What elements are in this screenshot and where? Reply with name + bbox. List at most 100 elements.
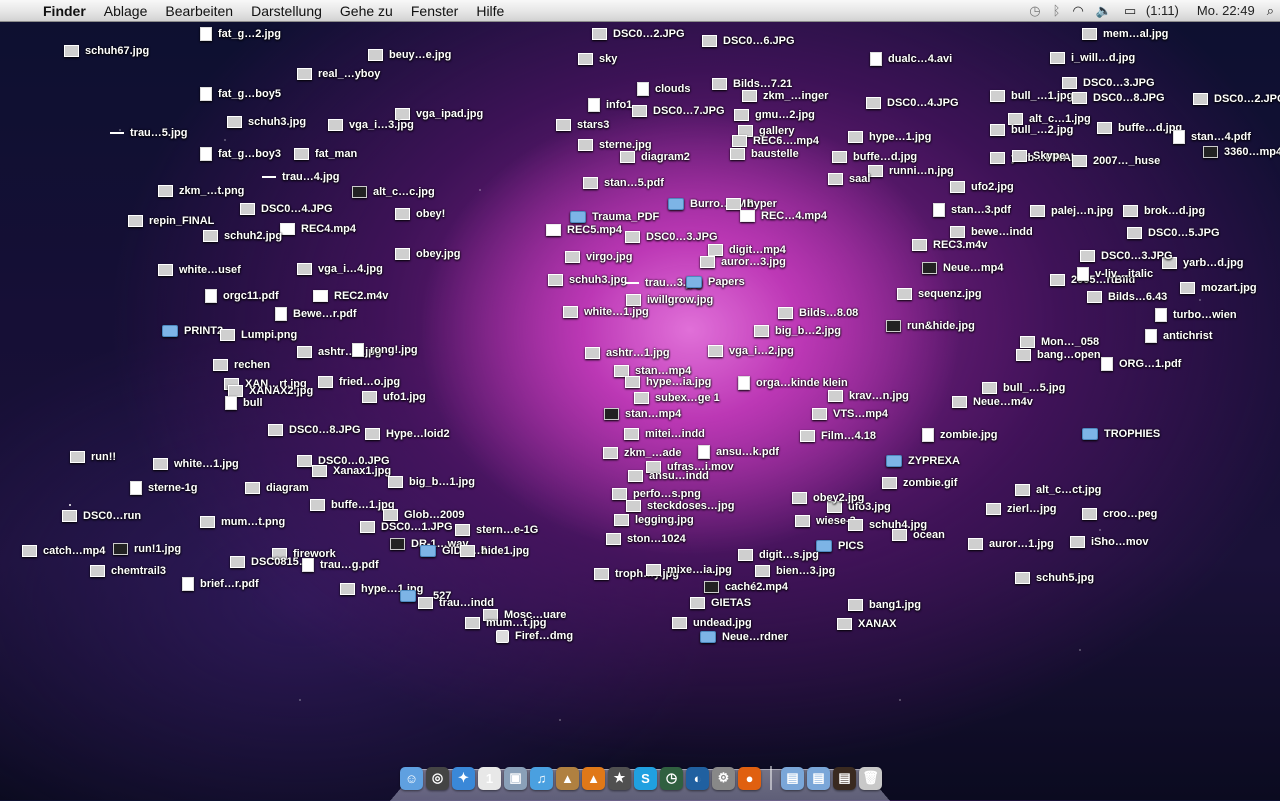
desktop-file-icon[interactable]: ufo2.jpg [950,180,1014,194]
desktop-file-icon[interactable]: digit…s.jpg [738,548,819,562]
desktop-file-icon[interactable]: subex…ge 1 [634,391,720,405]
menu-gehe-zu[interactable]: Gehe zu [331,0,402,22]
desktop-file-icon[interactable]: zombie.jpg [922,428,997,442]
desktop-file-icon[interactable]: stan…3.pdf [933,203,1011,217]
desktop-file-icon[interactable]: PICS [816,539,864,553]
desktop-file-icon[interactable]: white…1.jpg [563,305,649,319]
desktop-file-icon[interactable]: REC2.m4v [313,289,388,303]
desktop-file-icon[interactable]: Neue…mp4 [922,261,1004,275]
desktop-file-icon[interactable]: sequenz.jpg [897,287,982,301]
desktop-file-icon[interactable]: DSC0…6.JPG [702,34,795,48]
desktop-file-icon[interactable]: bang…open [1016,348,1101,362]
desktop-file-icon[interactable]: chemtrail3 [90,564,166,578]
wifi-icon[interactable]: ◠ [1066,0,1089,22]
desktop-file-icon[interactable]: dualc…4.avi [870,52,952,66]
desktop-file-icon[interactable]: run!! [70,450,116,464]
desktop-file-icon[interactable]: DSC0…3.JPG [1062,76,1155,90]
desktop-file-icon[interactable]: baustelle [730,147,799,161]
desktop-file-icon[interactable]: legging.jpg [614,513,694,527]
desktop-file-icon[interactable]: gmu…2.jpg [734,108,815,122]
applications-stack-icon[interactable]: ▤ [781,766,804,790]
googleearth-icon[interactable]: ◐ [686,766,709,790]
desktop-file-icon[interactable]: fat_g…boy3 [200,147,281,161]
desktop-file-icon[interactable]: ashtr…1.jpg [585,346,670,360]
desktop-file-icon[interactable]: fat_g…2.jpg [200,27,281,41]
desktop-file-icon[interactable]: zkm_…ade [603,446,681,460]
desktop-file-icon[interactable]: orgc11.pdf [205,289,279,303]
desktop-file-icon[interactable]: Skype [1012,149,1065,163]
desktop-file-icon[interactable]: orga…kinde klein [738,376,848,390]
desktop-file-icon[interactable]: wiese-3 [795,514,856,528]
desktop-file-icon[interactable]: brief…r.pdf [182,577,259,591]
bluetooth-icon[interactable]: ᛒ [1047,0,1067,22]
desktop-file-icon[interactable]: runni…n.jpg [868,164,954,178]
documents-stack-icon[interactable]: ▤ [807,766,830,790]
desktop-file-icon[interactable]: schuh3.jpg [227,115,306,129]
desktop-file-icon[interactable]: VTS…mp4 [812,407,888,421]
desktop-file-icon[interactable]: ufo1.jpg [362,390,426,404]
desktop-file-icon[interactable]: mitei…indd [624,427,705,441]
desktop-file-icon[interactable]: Hype…loid2 [365,427,450,441]
menu-fenster[interactable]: Fenster [402,0,467,22]
desktop-file-icon[interactable]: white…usef [158,263,241,277]
desktop-file-icon[interactable]: stern…e-1G [455,523,538,537]
desktop-file-icon[interactable]: white…1.jpg [153,457,239,471]
desktop-file-icon[interactable]: trau…5.jpg [110,126,187,140]
desktop-file-icon[interactable]: Lumpi.png [220,328,297,342]
itunes-icon[interactable]: ♫ [530,766,553,790]
desktop-file-icon[interactable]: buffe…1.jpg [310,498,395,512]
syspref-icon[interactable]: ⚙ [712,766,735,790]
desktop-file-icon[interactable]: mem…al.jpg [1082,27,1168,41]
desktop-file-icon[interactable]: trau…g.pdf [302,558,379,572]
iphoto-icon[interactable]: ▲ [556,766,579,790]
desktop-file-icon[interactable]: v-liv…italic [1077,267,1153,281]
desktop-file-icon[interactable]: mum…t.png [200,515,285,529]
desktop-file-icon[interactable]: fat_man [294,147,357,161]
timemachine-menu-icon[interactable]: ◷ [1023,0,1046,22]
desktop-file-icon[interactable]: fried…o.jpg [318,375,400,389]
desktop-file-icon[interactable]: obey.jpg [395,247,460,261]
desktop-file-icon[interactable]: buffe…d.jpg [1097,121,1182,135]
desktop-file-icon[interactable]: caché2.mp4 [704,580,788,594]
desktop-file-icon[interactable]: GIETAS [690,596,751,610]
ical-icon[interactable]: 1 [478,766,501,790]
desktop-file-icon[interactable]: clouds [637,82,690,96]
menu-bearbeiten[interactable]: Bearbeiten [156,0,242,22]
desktop-file-icon[interactable]: vga_i…4.jpg [297,262,383,276]
desktop-file-icon[interactable]: obey! [395,207,445,221]
desktop-file-icon[interactable]: buffe…d.jpg [832,150,917,164]
desktop-file-icon[interactable]: REC5.mp4 [546,223,622,237]
desktop-file-icon[interactable]: DSC0…7.JPG [632,104,725,118]
firefox-icon[interactable]: ● [738,766,761,790]
desktop-file-icon[interactable]: DSC0…3.JPG [1080,249,1173,263]
desktop-file-icon[interactable]: Film…4.18 [800,429,876,443]
desktop-file-icon[interactable]: croo…peg [1082,507,1157,521]
desktop-file-icon[interactable]: 2007…_huse [1072,154,1160,168]
volume-icon[interactable]: 🔈 [1090,0,1118,22]
desktop-file-icon[interactable]: REC…4.mp4 [740,209,827,223]
downloads-stack-icon[interactable]: ▤ [833,766,856,790]
desktop-file-icon[interactable]: repin_FINAL [128,214,214,228]
safari-icon[interactable]: ✦ [452,766,475,790]
desktop-file-icon[interactable]: alt_c…c.jpg [352,185,435,199]
menu-darstellung[interactable]: Darstellung [242,0,331,22]
desktop-file-icon[interactable]: stan…4.pdf [1173,130,1251,144]
desktop-file-icon[interactable]: Papers [686,275,745,289]
desktop-file-icon[interactable]: hide1.jpg [460,544,529,558]
desktop-file-icon[interactable]: hype…1.jpg [848,130,931,144]
desktop-file-icon[interactable]: mixe…ia.jpg [646,563,732,577]
desktop-file-icon[interactable]: mum…t.jpg [465,616,547,630]
desktop-file-icon[interactable]: bewe…indd [950,225,1033,239]
desktop-file-icon[interactable]: DSC0…4.JPG [240,202,333,216]
desktop-file-icon[interactable]: bull_…5.jpg [982,381,1065,395]
finder-icon[interactable]: ☺ [400,766,423,790]
desktop-file-icon[interactable]: big_b…2.jpg [754,324,841,338]
desktop-file-icon[interactable]: DSC0…1.JPG [360,520,453,534]
menu-hilfe[interactable]: Hilfe [467,0,513,22]
desktop-file-icon[interactable]: ZYPREXA [886,454,960,468]
desktop-file-icon[interactable]: ocean [892,528,945,542]
desktop-file-icon[interactable]: DSC0…8.JPG [268,423,361,437]
desktop-file-icon[interactable]: DSC0…run [62,509,141,523]
desktop-file-icon[interactable]: zkm_…inger [742,89,828,103]
desktop-file-icon[interactable]: zkm_…t.png [158,184,244,198]
